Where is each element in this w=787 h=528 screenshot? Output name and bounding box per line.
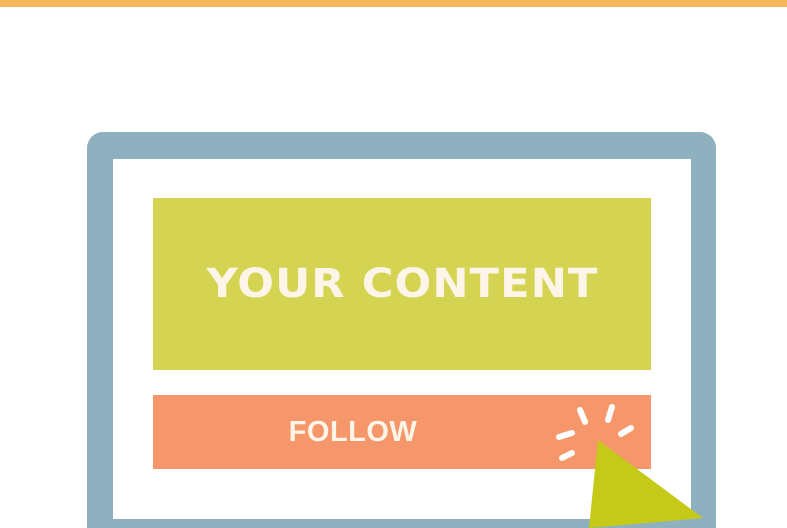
click-burst-ray: [618, 425, 634, 437]
top-accent-rule: [0, 0, 787, 7]
click-burst-ray: [605, 404, 615, 423]
content-block: YOUR CONTENT: [153, 198, 651, 370]
cursor-arrow-icon: [589, 440, 703, 528]
page: YOUR CONTENT FOLLOW: [0, 0, 787, 528]
follow-button-label: FOLLOW: [288, 415, 418, 448]
click-burst-ray: [556, 430, 575, 440]
click-burst-ray: [559, 450, 575, 461]
click-burst-ray: [577, 407, 588, 425]
content-label: YOUR CONTENT: [205, 261, 599, 307]
